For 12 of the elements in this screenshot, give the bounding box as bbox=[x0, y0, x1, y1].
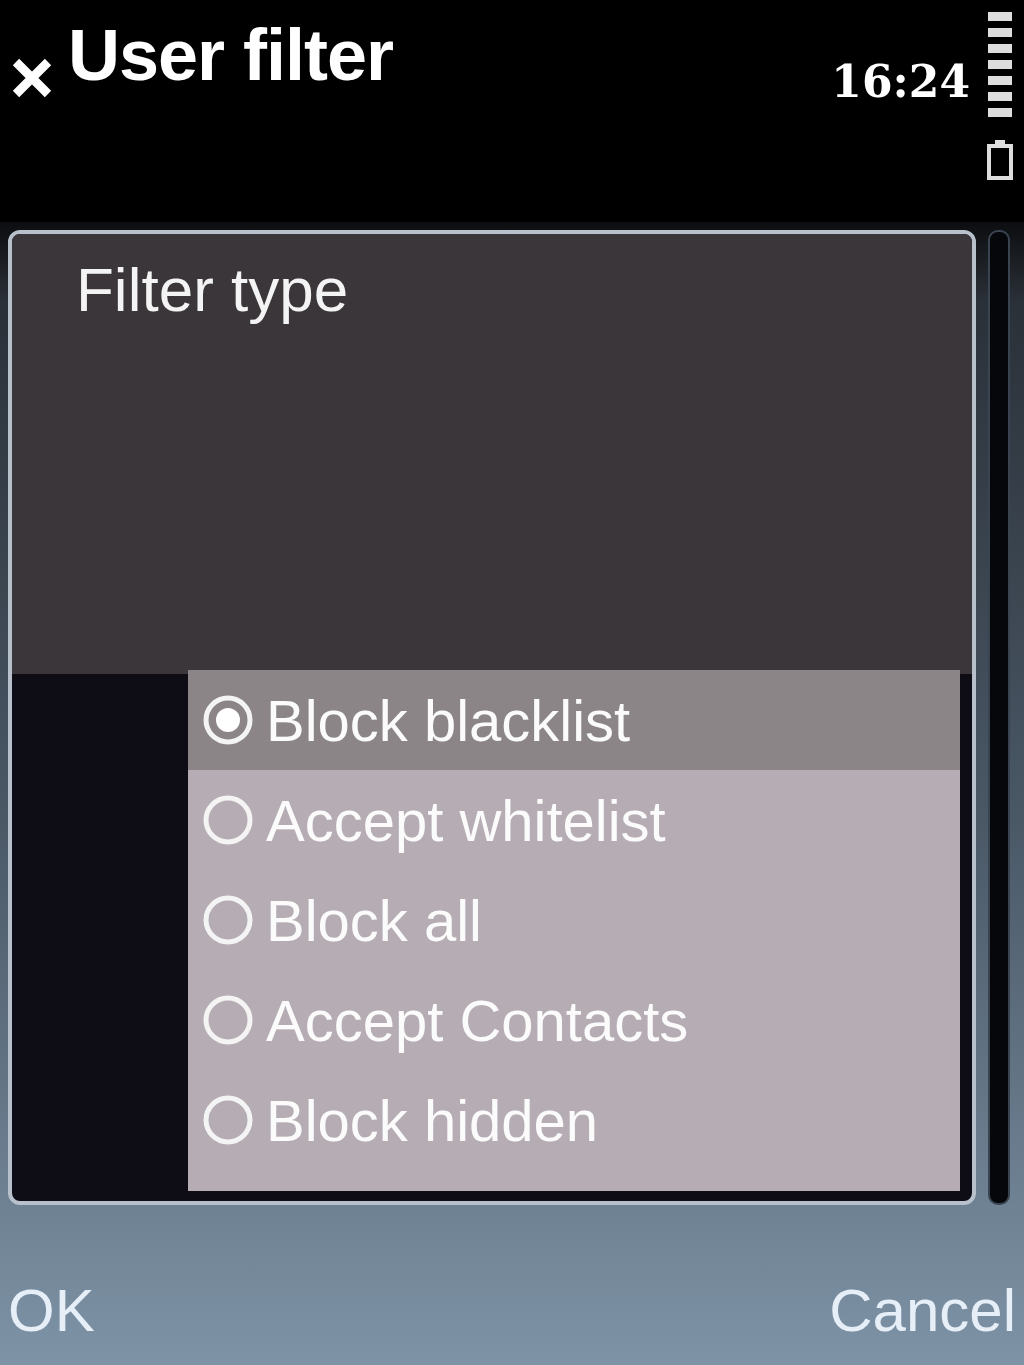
ok-softkey[interactable]: OK bbox=[8, 1275, 95, 1345]
cancel-softkey[interactable]: Cancel bbox=[829, 1275, 1016, 1345]
window-title: User filter bbox=[68, 14, 394, 96]
close-icon[interactable] bbox=[10, 56, 54, 100]
option-row[interactable]: Accept whitelist bbox=[188, 770, 960, 870]
clock: 16:24 bbox=[831, 56, 970, 107]
scrollbar[interactable] bbox=[988, 230, 1010, 1205]
option-row[interactable]: Block all bbox=[188, 870, 960, 970]
option-row[interactable]: Accept Contacts bbox=[188, 970, 960, 1070]
option-row[interactable]: Block blacklist bbox=[188, 670, 960, 770]
option-row[interactable]: Block hidden bbox=[188, 1070, 960, 1170]
dialog-title: Filter type bbox=[76, 254, 350, 325]
